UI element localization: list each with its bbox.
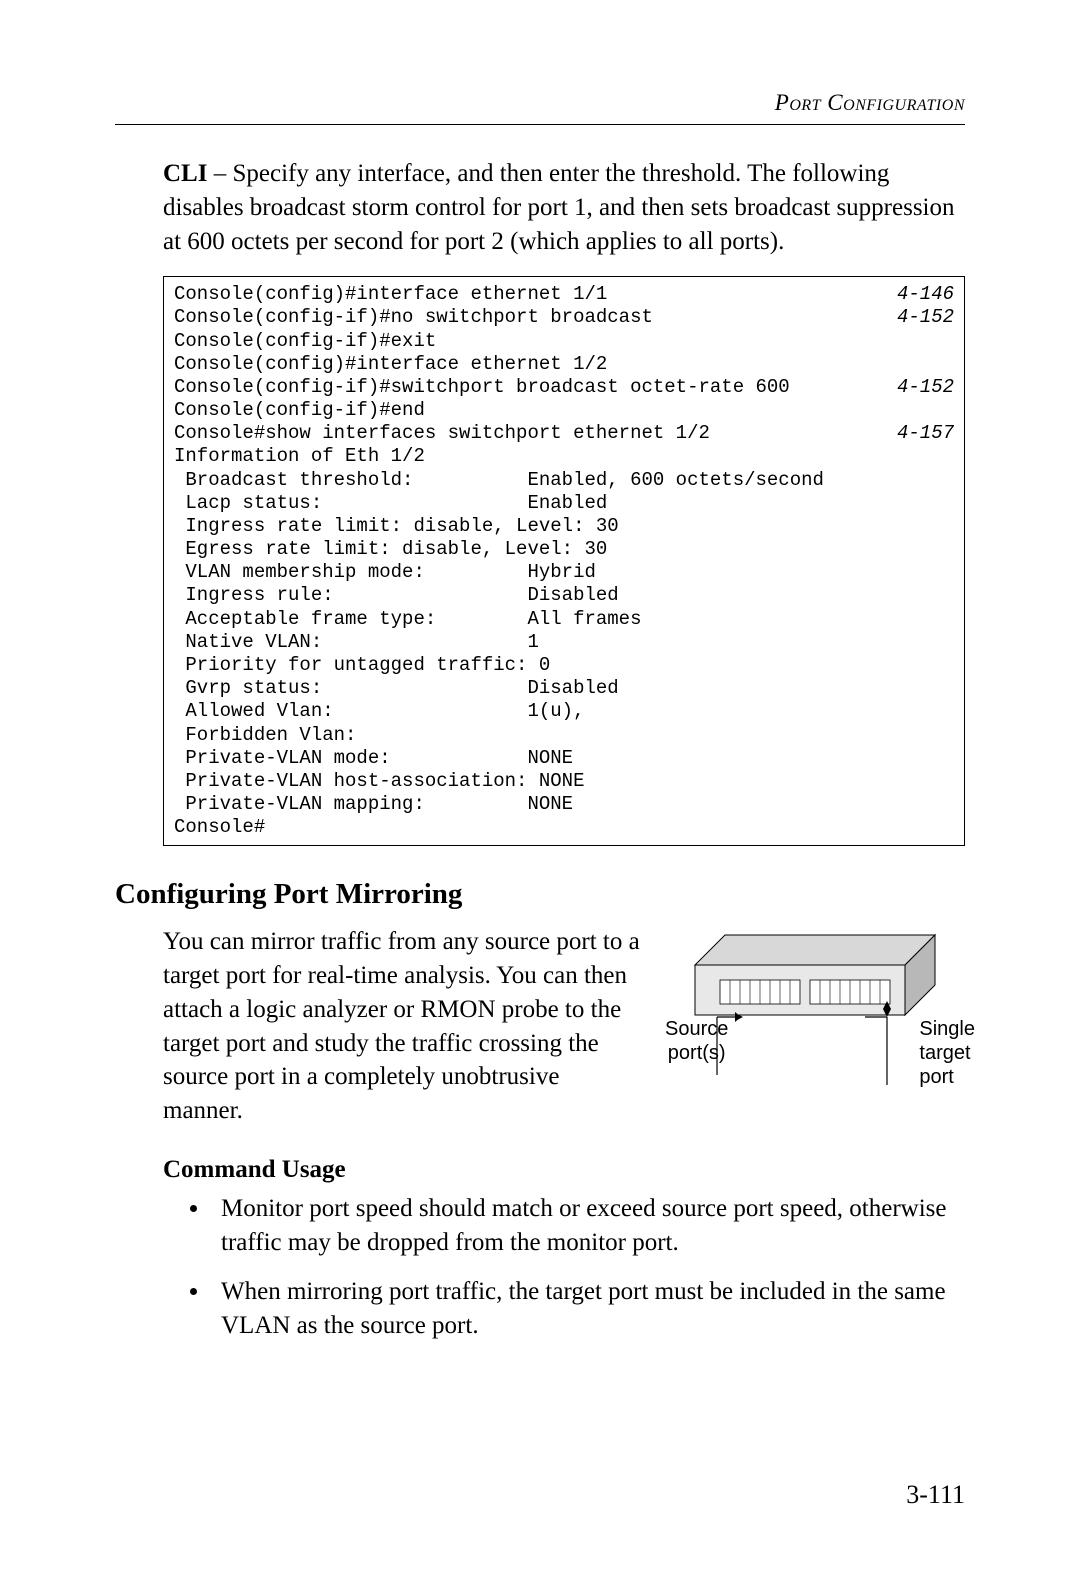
cli-line: Private-VLAN host-association: NONE	[174, 770, 954, 793]
cli-line: Forbidden Vlan:	[174, 724, 954, 747]
switch-figure: Source port(s) Single target port	[665, 925, 965, 1095]
cli-line: Private-VLAN mapping: NONE	[174, 793, 954, 816]
label-target-line3: port	[919, 1066, 953, 1088]
figure-label-target: Single target port	[919, 1017, 975, 1089]
usage-item: When mirroring port traffic, the target …	[211, 1275, 965, 1343]
cli-line: Priority for untagged traffic: 0	[174, 654, 954, 677]
cli-line: Broadcast threshold: Enabled, 600 octets…	[174, 469, 954, 492]
cli-line: Console#	[174, 816, 954, 839]
cli-text: Private-VLAN host-association: NONE	[174, 770, 954, 793]
intro-paragraph: CLI – Specify any interface, and then en…	[163, 157, 965, 258]
cli-line: Console(config)#interface ethernet 1/14-…	[174, 283, 954, 306]
cli-line: Acceptable frame type: All frames	[174, 608, 954, 631]
cli-text: VLAN membership mode: Hybrid	[174, 561, 954, 584]
cli-text: Acceptable frame type: All frames	[174, 608, 954, 631]
label-source-line2: port(s)	[668, 1042, 726, 1064]
cli-line: Allowed Vlan: 1(u),	[174, 700, 954, 723]
cli-text: Private-VLAN mapping: NONE	[174, 793, 954, 816]
cli-line: Console(config-if)#exit	[174, 330, 954, 353]
cli-line: Console(config)#interface ethernet 1/2	[174, 353, 954, 376]
cli-ref: 4-152	[887, 376, 954, 399]
cli-text: Ingress rule: Disabled	[174, 584, 954, 607]
cli-text: Console(config-if)#switchport broadcast …	[174, 376, 887, 399]
cli-text: Priority for untagged traffic: 0	[174, 654, 954, 677]
cli-text: Native VLAN: 1	[174, 631, 954, 654]
cli-text: Console(config)#interface ethernet 1/2	[174, 353, 954, 376]
usage-item: Monitor port speed should match or excee…	[211, 1192, 965, 1260]
cli-text: Console(config-if)#end	[174, 399, 954, 422]
cli-line: Lacp status: Enabled	[174, 492, 954, 515]
cli-line: Console(config-if)#end	[174, 399, 954, 422]
page-number: 3-111	[906, 1480, 965, 1510]
cli-text: Gvrp status: Disabled	[174, 677, 954, 700]
cli-text: Egress rate limit: disable, Level: 30	[174, 538, 954, 561]
cli-line: Console#show interfaces switchport ether…	[174, 422, 954, 445]
subsection-heading: Command Usage	[163, 1156, 965, 1184]
cli-line: Console(config-if)#switchport broadcast …	[174, 376, 954, 399]
rule	[115, 124, 965, 125]
cli-line: Gvrp status: Disabled	[174, 677, 954, 700]
cli-text: Forbidden Vlan:	[174, 724, 954, 747]
usage-list: Monitor port speed should match or excee…	[175, 1192, 965, 1343]
cli-line: Console(config-if)#no switchport broadca…	[174, 306, 954, 329]
cli-text: Lacp status: Enabled	[174, 492, 954, 515]
cli-ref: 4-146	[887, 283, 954, 306]
cli-text: Ingress rate limit: disable, Level: 30	[174, 515, 954, 538]
cli-text: Console(config-if)#exit	[174, 330, 954, 353]
cli-text: Information of Eth 1/2	[174, 445, 954, 468]
cli-text: Allowed Vlan: 1(u),	[174, 700, 954, 723]
page: Port Configuration CLI – Specify any int…	[0, 0, 1080, 1570]
cli-line: Ingress rate limit: disable, Level: 30	[174, 515, 954, 538]
label-target-line2: target	[919, 1042, 970, 1064]
cli-output-box: Console(config)#interface ethernet 1/14-…	[163, 276, 965, 846]
cli-text: Private-VLAN mode: NONE	[174, 747, 954, 770]
cli-line: Private-VLAN mode: NONE	[174, 747, 954, 770]
mirror-paragraph: You can mirror traffic from any source p…	[163, 925, 641, 1128]
cli-text: Console#show interfaces switchport ether…	[174, 422, 887, 445]
cli-text: Broadcast threshold: Enabled, 600 octets…	[174, 469, 954, 492]
section-heading: Configuring Port Mirroring	[115, 878, 965, 911]
cli-text: Console#	[174, 816, 954, 839]
cli-line: VLAN membership mode: Hybrid	[174, 561, 954, 584]
cli-text: Console(config)#interface ethernet 1/1	[174, 283, 887, 306]
cli-text: Console(config-if)#no switchport broadca…	[174, 306, 887, 329]
label-source-line1: Source	[665, 1018, 728, 1040]
cli-line: Egress rate limit: disable, Level: 30	[174, 538, 954, 561]
cli-ref: 4-157	[887, 422, 954, 445]
mirror-block: You can mirror traffic from any source p…	[163, 925, 965, 1128]
label-target-line1: Single	[919, 1018, 975, 1040]
cli-line: Ingress rule: Disabled	[174, 584, 954, 607]
cli-line: Native VLAN: 1	[174, 631, 954, 654]
cli-line: Information of Eth 1/2	[174, 445, 954, 468]
figure-label-source: Source port(s)	[665, 1017, 728, 1065]
cli-ref: 4-152	[887, 306, 954, 329]
running-head: Port Configuration	[115, 90, 965, 116]
